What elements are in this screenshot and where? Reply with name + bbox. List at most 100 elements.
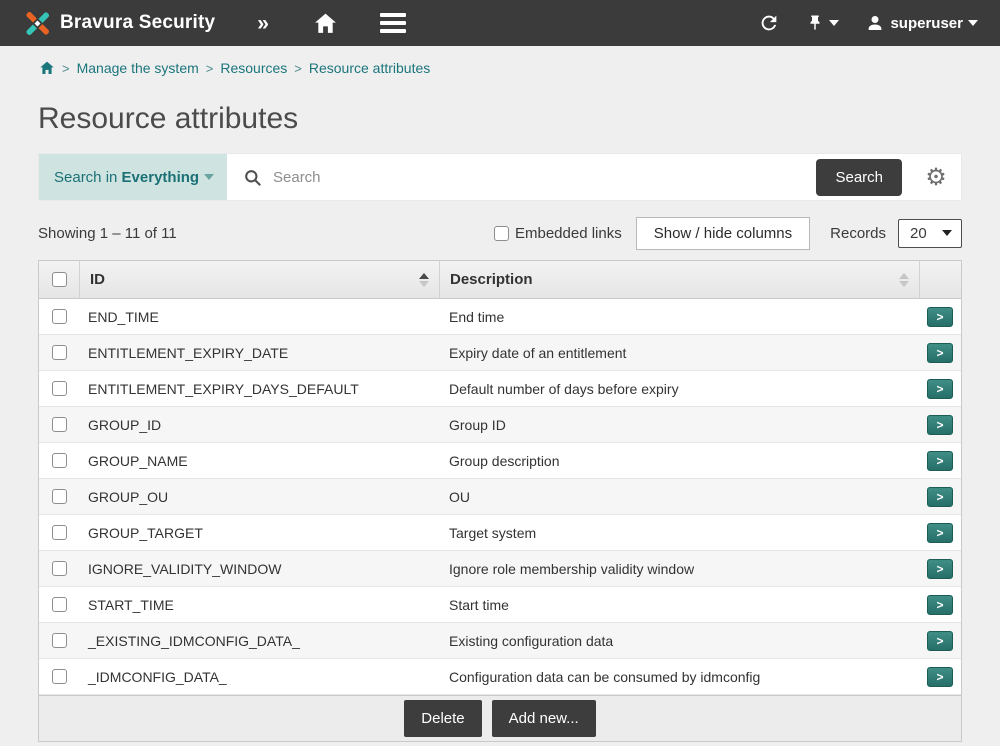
- row-checkbox[interactable]: [52, 417, 67, 432]
- breadcrumb-separator: >: [206, 61, 214, 76]
- table-header: ID Description: [39, 261, 961, 299]
- column-header-description[interactable]: Description: [439, 261, 919, 298]
- gear-icon[interactable]: ⚙: [911, 154, 961, 200]
- sort-icon-description[interactable]: [899, 273, 909, 287]
- row-open-button chevron-right-icon[interactable]: >: [927, 451, 953, 471]
- search-button[interactable]: Search: [816, 159, 902, 196]
- row-description: Group ID: [439, 417, 919, 433]
- brand-name: Bravura Security: [60, 12, 215, 34]
- select-all-checkbox[interactable]: [52, 272, 67, 287]
- row-checkbox[interactable]: [52, 345, 67, 360]
- select-all-cell: [39, 261, 79, 298]
- search-scope-label: Search in Everything: [54, 169, 199, 186]
- search-icon: [243, 168, 262, 187]
- pushpin-icon: [806, 14, 824, 32]
- breadcrumb-separator: >: [62, 61, 70, 76]
- row-open-button chevron-right-icon[interactable]: >: [927, 595, 953, 615]
- row-open-button chevron-right-icon[interactable]: >: [927, 307, 953, 327]
- row-checkbox[interactable]: [52, 669, 67, 684]
- embedded-links-toggle[interactable]: Embedded links: [494, 225, 622, 242]
- row-id: GROUP_TARGET: [79, 525, 439, 541]
- table-row: START_TIME Start time >: [39, 587, 961, 623]
- breadcrumb-link-manage-the-system[interactable]: Manage the system: [77, 60, 199, 76]
- top-navbar: Bravura Security »: [0, 0, 1000, 46]
- row-id: IGNORE_VALIDITY_WINDOW: [79, 561, 439, 577]
- row-checkbox[interactable]: [52, 561, 67, 576]
- table-row: GROUP_ID Group ID >: [39, 407, 961, 443]
- row-description: Ignore role membership validity window: [439, 561, 919, 577]
- menu-icon[interactable]: [380, 9, 406, 37]
- row-open-button chevron-right-icon[interactable]: >: [927, 415, 953, 435]
- search-scope-dropdown[interactable]: Search in Everything: [39, 154, 227, 200]
- row-id: _IDMCONFIG_DATA_: [79, 669, 439, 685]
- table-row: ENTITLEMENT_EXPIRY_DAYS_DEFAULT Default …: [39, 371, 961, 407]
- controls-row: Showing 1 – 11 of 11 Embedded links Show…: [38, 217, 962, 249]
- showing-count: Showing 1 – 11 of 11: [38, 225, 177, 242]
- row-checkbox[interactable]: [52, 525, 67, 540]
- breadcrumb: > Manage the system > Resources > Resour…: [0, 46, 1000, 76]
- add-new-button[interactable]: Add new...: [492, 700, 596, 737]
- pin-menu[interactable]: [806, 14, 839, 32]
- records-select[interactable]: 20: [898, 219, 962, 248]
- row-id: ENTITLEMENT_EXPIRY_DAYS_DEFAULT: [79, 381, 439, 397]
- delete-button[interactable]: Delete: [404, 700, 481, 737]
- show-hide-columns-button[interactable]: Show / hide columns: [636, 217, 810, 250]
- table-row: _EXISTING_IDMCONFIG_DATA_ Existing confi…: [39, 623, 961, 659]
- page-title: Resource attributes: [38, 102, 1000, 136]
- user-menu[interactable]: superuser: [865, 13, 978, 33]
- embedded-links-label: Embedded links: [515, 225, 622, 242]
- row-id: GROUP_OU: [79, 489, 439, 505]
- column-header-actions: [919, 261, 961, 298]
- table-row: END_TIME End time >: [39, 299, 961, 335]
- row-checkbox[interactable]: [52, 453, 67, 468]
- row-open-button chevron-right-icon[interactable]: >: [927, 487, 953, 507]
- refresh-icon[interactable]: [758, 12, 780, 34]
- row-id: ENTITLEMENT_EXPIRY_DATE: [79, 345, 439, 361]
- table-row: _IDMCONFIG_DATA_ Configuration data can …: [39, 659, 961, 695]
- table-row: GROUP_OU OU >: [39, 479, 961, 515]
- records-value: 20: [910, 225, 927, 242]
- column-header-id[interactable]: ID: [79, 261, 439, 298]
- row-open-button chevron-right-icon[interactable]: >: [927, 343, 953, 363]
- row-id: GROUP_NAME: [79, 453, 439, 469]
- row-description: Group description: [439, 453, 919, 469]
- sidebar-expand-button[interactable]: »: [257, 13, 269, 34]
- search-input[interactable]: [273, 169, 804, 186]
- sort-icon-id-asc[interactable]: [419, 273, 429, 287]
- row-open-button chevron-right-icon[interactable]: >: [927, 631, 953, 651]
- row-description: Expiry date of an entitlement: [439, 345, 919, 361]
- row-description: Start time: [439, 597, 919, 613]
- scope-caret-icon: [204, 174, 214, 180]
- row-description: Default number of days before expiry: [439, 381, 919, 397]
- row-open-button chevron-right-icon[interactable]: >: [927, 667, 953, 687]
- row-id: END_TIME: [79, 309, 439, 325]
- row-open-button chevron-right-icon[interactable]: >: [927, 559, 953, 579]
- row-id: _EXISTING_IDMCONFIG_DATA_: [79, 633, 439, 649]
- row-description: OU: [439, 489, 919, 505]
- row-description: Target system: [439, 525, 919, 541]
- user-caret-icon: [968, 20, 978, 26]
- breadcrumb-link-resource-attributes[interactable]: Resource attributes: [309, 60, 430, 76]
- breadcrumb-home-icon[interactable]: [39, 60, 55, 76]
- row-id: GROUP_ID: [79, 417, 439, 433]
- user-name: superuser: [890, 15, 963, 32]
- search-input-area: [227, 154, 816, 200]
- home-icon[interactable]: [313, 11, 338, 36]
- table-row: GROUP_NAME Group description >: [39, 443, 961, 479]
- row-open-button chevron-right-icon[interactable]: >: [927, 523, 953, 543]
- row-checkbox[interactable]: [52, 597, 67, 612]
- embedded-links-checkbox[interactable]: [494, 226, 509, 241]
- row-id: START_TIME: [79, 597, 439, 613]
- row-checkbox[interactable]: [52, 633, 67, 648]
- brand-logo[interactable]: Bravura Security: [24, 10, 215, 37]
- row-checkbox[interactable]: [52, 309, 67, 324]
- breadcrumb-link-resources[interactable]: Resources: [220, 60, 287, 76]
- row-open-button chevron-right-icon[interactable]: >: [927, 379, 953, 399]
- row-checkbox[interactable]: [52, 381, 67, 396]
- row-checkbox[interactable]: [52, 489, 67, 504]
- table-row: GROUP_TARGET Target system >: [39, 515, 961, 551]
- row-description: Existing configuration data: [439, 633, 919, 649]
- resource-attributes-table: ID Description END_TIME End time > ENTIT…: [38, 260, 962, 742]
- records-caret-icon: [942, 230, 952, 236]
- table-footer: Delete Add new...: [39, 695, 961, 741]
